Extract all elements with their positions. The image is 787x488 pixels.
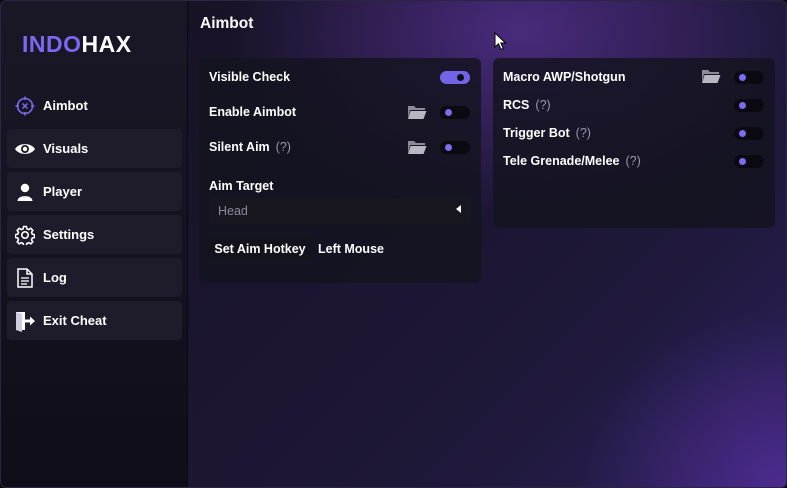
trigger-bot-label: Trigger Bot (?) [503,126,591,140]
exit-door-icon [14,310,36,332]
page-title: Aimbot [200,15,254,32]
tele-grenade-toggle[interactable] [734,155,764,168]
logo-part-hax: HAX [81,31,132,57]
sidebar: INDOHAX Aimbot Visuals Player Settings L… [1,1,188,487]
toggle-knob [445,109,452,116]
sidebar-item-label: Log [43,270,67,285]
trigger-bot-text: Trigger Bot [503,126,570,140]
visible-check-label: Visible Check [209,70,291,84]
folder-icon[interactable] [701,68,721,84]
help-marker[interactable]: (?) [535,98,550,112]
sidebar-item-aimbot[interactable]: Aimbot [7,86,182,125]
folder-icon[interactable] [407,104,427,120]
macro-awp-toggle[interactable] [734,71,764,84]
sidebar-item-label: Visuals [43,141,89,156]
sidebar-item-label: Aimbot [43,98,88,113]
crosshair-icon [14,95,36,117]
logo-part-indo: INDO [22,31,82,57]
help-marker[interactable]: (?) [276,140,291,154]
enable-aimbot-label: Enable Aimbot [209,105,297,119]
macro-awp-label: Macro AWP/Shotgun [503,70,626,84]
aim-target-label: Aim Target [209,179,274,193]
toggle-knob [739,130,746,137]
help-marker[interactable]: (?) [576,126,591,140]
toggle-knob [739,74,746,81]
app-logo: INDOHAX [22,31,132,58]
folder-icon[interactable] [407,139,427,155]
tele-grenade-label: Tele Grenade/Melee (?) [503,154,641,168]
silent-aim-label: Silent Aim (?) [209,140,291,154]
toggle-knob [739,158,746,165]
toggle-knob [457,74,464,81]
toggle-knob [445,144,452,151]
sidebar-item-visuals[interactable]: Visuals [7,129,182,168]
sidebar-item-label: Player [43,184,83,199]
help-marker[interactable]: (?) [626,154,641,168]
eye-icon [14,138,36,160]
sidebar-item-settings[interactable]: Settings [7,215,182,254]
toggle-knob [739,102,746,109]
visible-check-toggle[interactable] [440,71,470,84]
silent-aim-toggle[interactable] [440,141,470,154]
silent-aim-text: Silent Aim [209,140,270,154]
aim-hotkey-value: Left Mouse [318,242,384,256]
user-icon [14,181,36,203]
rcs-toggle[interactable] [734,99,764,112]
gear-icon [14,224,36,246]
enable-aimbot-toggle[interactable] [440,106,470,119]
rcs-label: RCS (?) [503,98,551,112]
sidebar-item-log[interactable]: Log [7,258,182,297]
tele-grenade-text: Tele Grenade/Melee [503,154,620,168]
trigger-bot-toggle[interactable] [734,127,764,140]
aim-target-select[interactable]: Head [209,198,470,224]
mouse-cursor-icon [494,31,507,56]
sidebar-item-exit-cheat[interactable]: Exit Cheat [7,301,182,340]
sidebar-item-player[interactable]: Player [7,172,182,211]
sidebar-item-label: Settings [43,227,95,242]
sidebar-item-label: Exit Cheat [43,313,107,328]
chevron-left-icon [456,205,461,213]
rcs-text: RCS [503,98,530,112]
aim-target-value: Head [218,204,248,218]
app-window: INDOHAX Aimbot Visuals Player Settings L… [0,0,787,488]
document-icon [14,267,36,289]
set-aim-hotkey-button[interactable]: Set Aim Hotkey [209,237,311,260]
